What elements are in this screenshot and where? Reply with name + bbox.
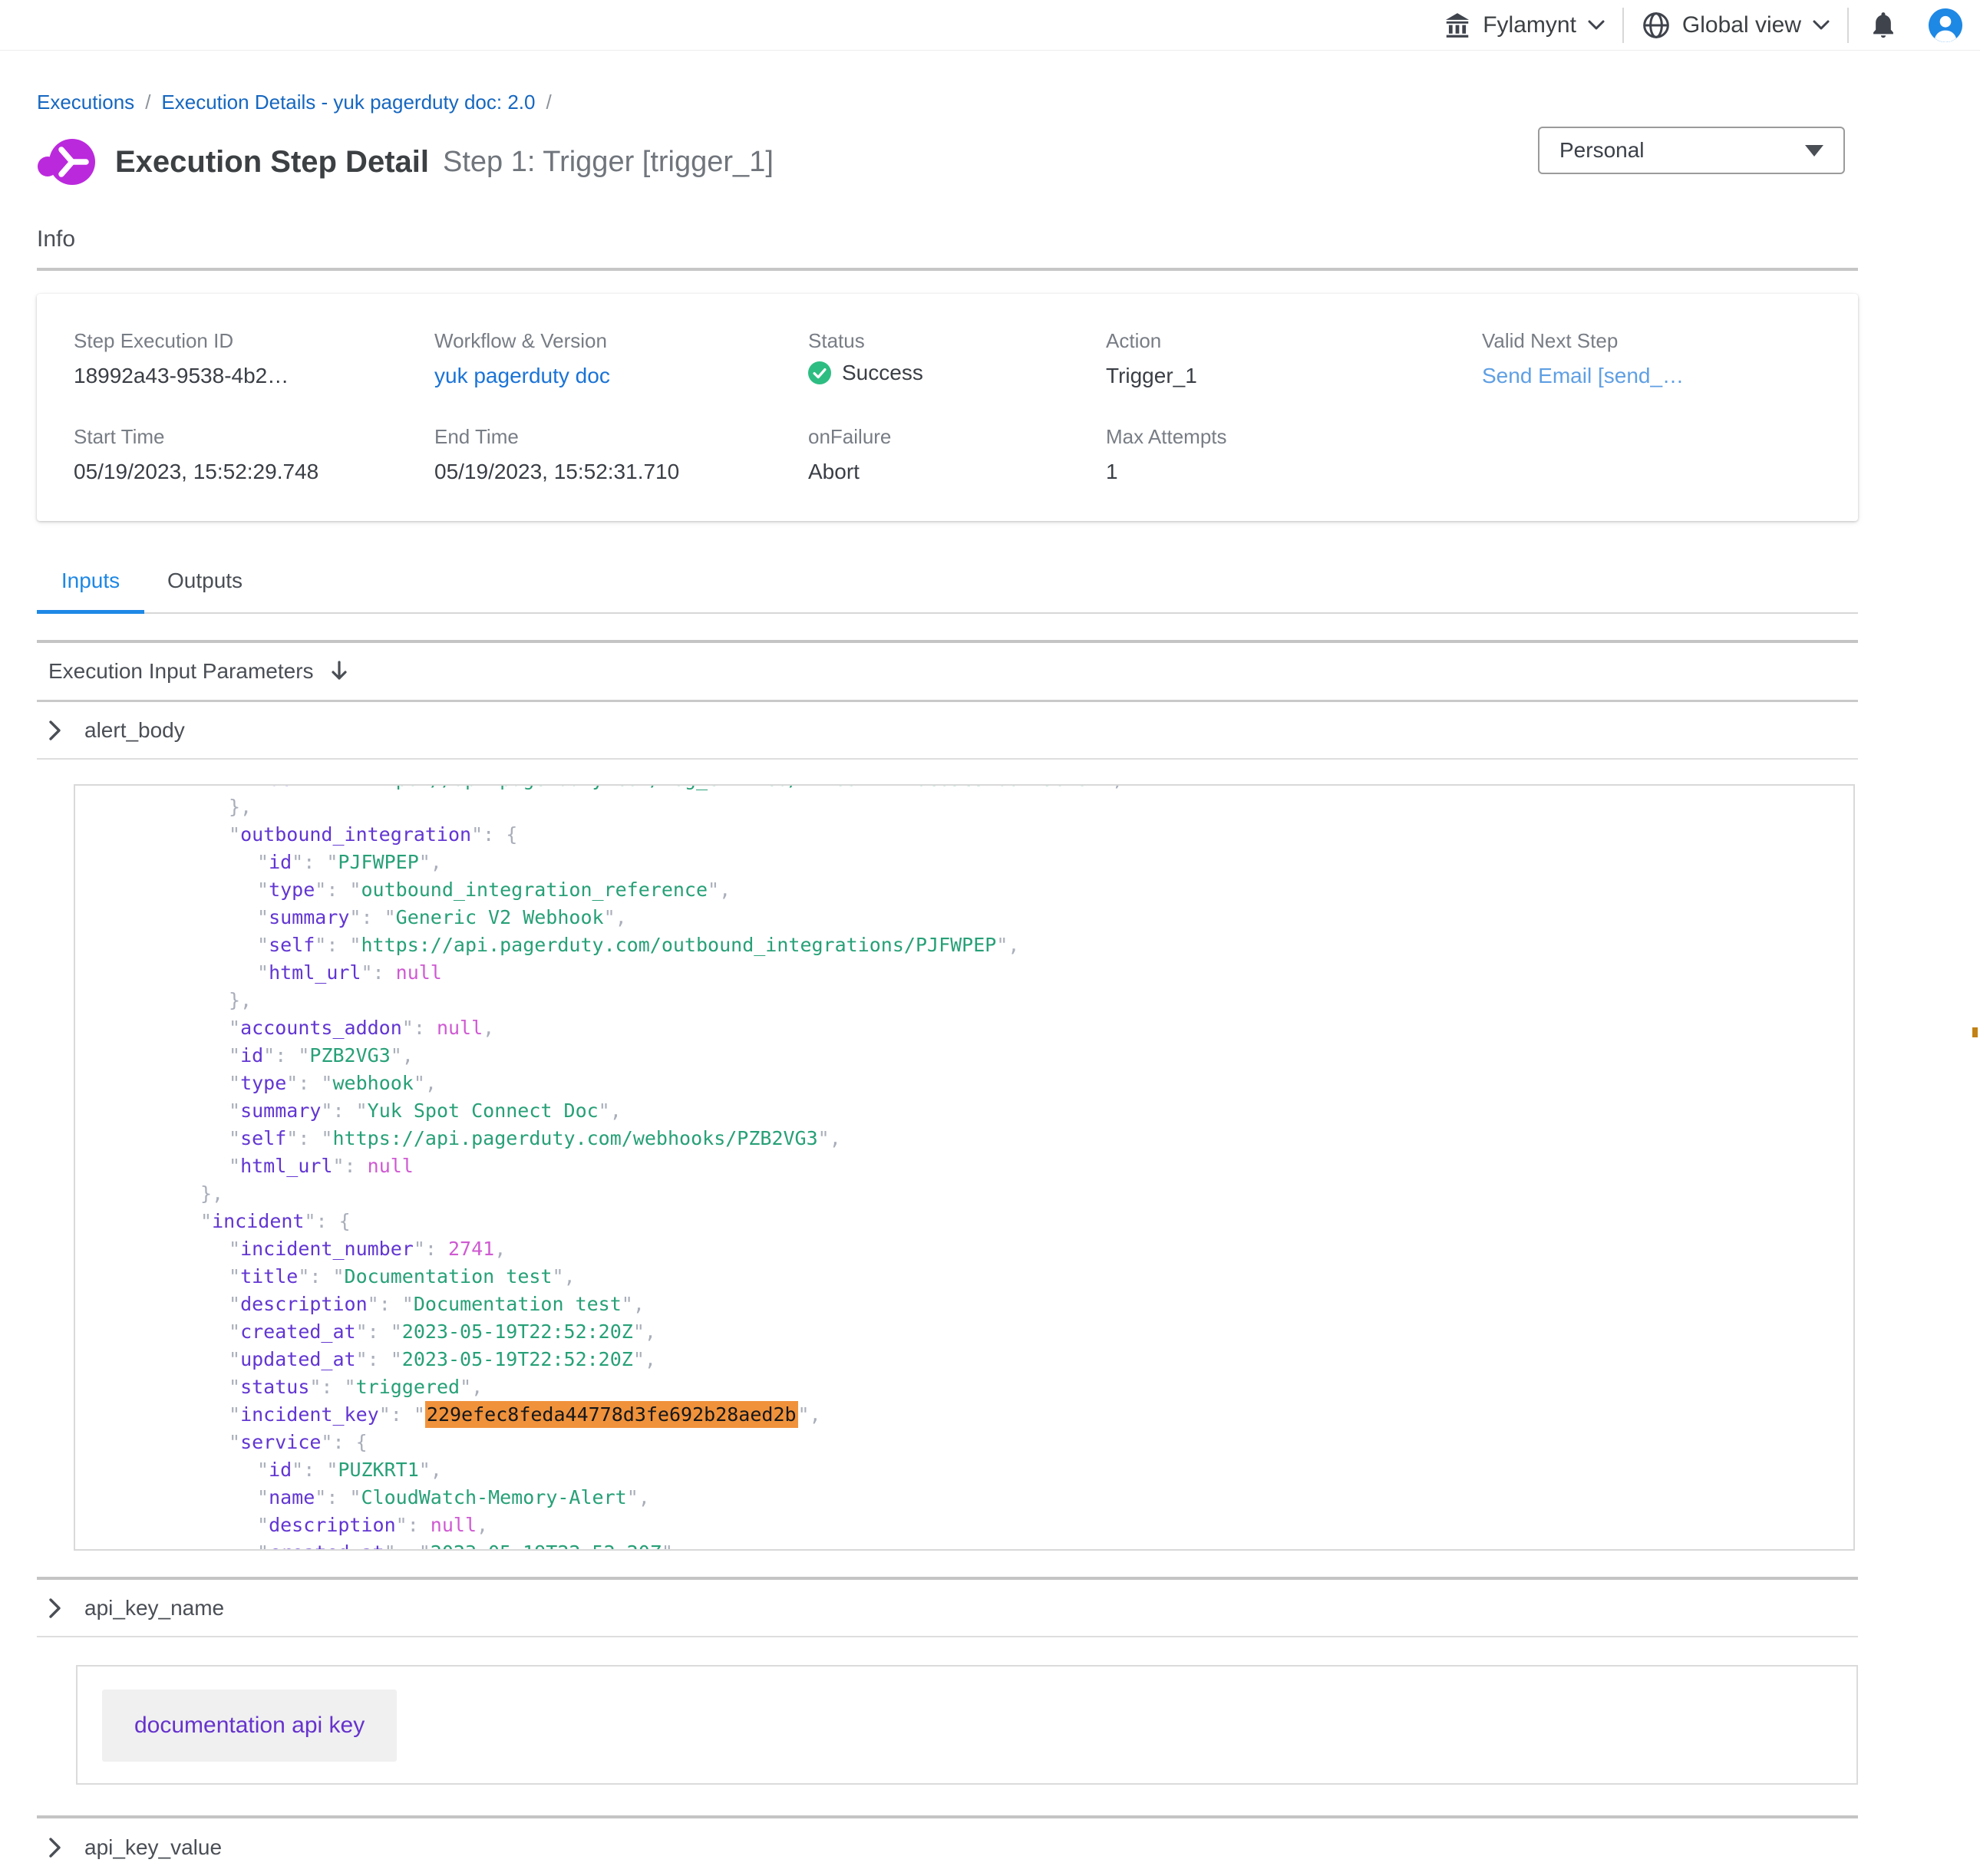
param-label: api_key_name bbox=[84, 1596, 224, 1620]
param-label: api_key_value bbox=[84, 1835, 222, 1860]
info-card: Step Execution ID 18992a43-9538-4b2… Wor… bbox=[37, 294, 1858, 521]
field-label: Step Execution ID bbox=[74, 329, 434, 353]
caret-down-icon bbox=[1805, 145, 1823, 157]
page-title: Execution Step Detail bbox=[115, 145, 429, 180]
field-label: onFailure bbox=[808, 425, 1106, 449]
bank-icon bbox=[1443, 11, 1472, 40]
view-label: Global view bbox=[1682, 12, 1801, 38]
field-step-execution-id: Step Execution ID 18992a43-9538-4b2… bbox=[74, 329, 434, 388]
alert-body-json-viewer[interactable]: "self": "https://api.pagerduty.com/log_e… bbox=[74, 784, 1855, 1551]
scope-select[interactable]: Personal bbox=[1538, 127, 1845, 174]
breadcrumb-separator: / bbox=[546, 91, 551, 114]
field-status: Status Success bbox=[808, 329, 1106, 388]
field-value: 1 bbox=[1106, 460, 1482, 484]
field-value: 18992a43-9538-4b2… bbox=[74, 364, 434, 388]
field-value: Trigger_1 bbox=[1106, 364, 1482, 388]
user-avatar[interactable] bbox=[1929, 8, 1962, 42]
org-menu[interactable]: Fylamynt bbox=[1426, 11, 1622, 40]
field-workflow-version: Workflow & Version yuk pagerduty doc bbox=[434, 329, 808, 388]
title-row: Execution Step Detail Step 1: Trigger [t… bbox=[37, 134, 1858, 190]
field-max-attempts: Max Attempts 1 bbox=[1106, 425, 1482, 484]
param-label: alert_body bbox=[84, 718, 185, 743]
api-key-name-chip[interactable]: documentation api key bbox=[102, 1690, 397, 1762]
field-value: 05/19/2023, 15:52:29.748 bbox=[74, 460, 434, 484]
field-label: Valid Next Step bbox=[1482, 329, 1858, 353]
chevron-right-icon bbox=[48, 720, 61, 741]
field-value: 05/19/2023, 15:52:31.710 bbox=[434, 460, 808, 484]
breadcrumb-execution-details[interactable]: Execution Details - yuk pagerduty doc: 2… bbox=[161, 91, 535, 114]
execution-input-parameters-header: Execution Input Parameters bbox=[37, 643, 1858, 702]
field-label: Status bbox=[808, 329, 1106, 353]
field-valid-next-step: Valid Next Step Send Email [send_… bbox=[1482, 329, 1858, 388]
top-bar: Fylamynt Global view bbox=[0, 0, 1980, 51]
scope-select-value: Personal bbox=[1559, 138, 1645, 163]
page-subtitle: Step 1: Trigger [trigger_1] bbox=[443, 146, 774, 179]
field-value: Abort bbox=[808, 460, 1106, 484]
breadcrumb-separator: / bbox=[145, 91, 150, 114]
notifications-button[interactable] bbox=[1849, 10, 1918, 41]
api-key-name-card: documentation api key bbox=[76, 1665, 1858, 1785]
next-step-link[interactable]: Send Email [send_… bbox=[1482, 364, 1858, 388]
globe-icon bbox=[1641, 10, 1671, 41]
chevron-right-icon bbox=[48, 1597, 61, 1619]
param-row-alert-body[interactable]: alert_body bbox=[37, 702, 1858, 760]
page-content: Executions / Execution Details - yuk pager… bbox=[37, 91, 1858, 1876]
status-badge: Success bbox=[842, 361, 923, 385]
field-label: End Time bbox=[434, 425, 808, 449]
tab-outputs[interactable]: Outputs bbox=[144, 569, 266, 612]
param-row-api-key-value[interactable]: api_key_value bbox=[37, 1818, 1858, 1876]
workflow-link[interactable]: yuk pagerduty doc bbox=[434, 364, 808, 388]
json-code: "self": "https://api.pagerduty.com/log_e… bbox=[75, 784, 1853, 1551]
field-onfailure: onFailure Abort bbox=[808, 425, 1106, 484]
tab-bar: Inputs Outputs bbox=[37, 569, 1858, 614]
field-action: Action Trigger_1 bbox=[1106, 329, 1482, 388]
info-heading: Info bbox=[37, 226, 1858, 252]
field-end-time: End Time 05/19/2023, 15:52:31.710 bbox=[434, 425, 808, 484]
chevron-right-icon bbox=[48, 1837, 61, 1858]
org-label: Fylamynt bbox=[1483, 12, 1576, 38]
field-label: Start Time bbox=[74, 425, 434, 449]
field-start-time: Start Time 05/19/2023, 15:52:29.748 bbox=[74, 425, 434, 484]
chevron-down-icon bbox=[1587, 19, 1605, 31]
view-menu[interactable]: Global view bbox=[1624, 10, 1847, 41]
download-arrow-icon[interactable] bbox=[329, 660, 349, 683]
info-divider bbox=[37, 268, 1858, 271]
field-label: Workflow & Version bbox=[434, 329, 808, 353]
workflow-step-icon bbox=[37, 137, 98, 187]
field-label: Action bbox=[1106, 329, 1482, 353]
execution-input-parameters-label: Execution Input Parameters bbox=[48, 659, 314, 684]
success-check-icon bbox=[808, 361, 831, 384]
field-label: Max Attempts bbox=[1106, 425, 1482, 449]
tab-inputs[interactable]: Inputs bbox=[37, 569, 144, 614]
breadcrumb-executions[interactable]: Executions bbox=[37, 91, 134, 114]
bell-icon bbox=[1869, 10, 1898, 41]
breadcrumb: Executions / Execution Details - yuk pager… bbox=[37, 91, 1858, 114]
param-row-api-key-name[interactable]: api_key_name bbox=[37, 1580, 1858, 1637]
scrollbar-find-marker bbox=[1972, 1027, 1978, 1037]
chevron-down-icon bbox=[1812, 19, 1830, 31]
